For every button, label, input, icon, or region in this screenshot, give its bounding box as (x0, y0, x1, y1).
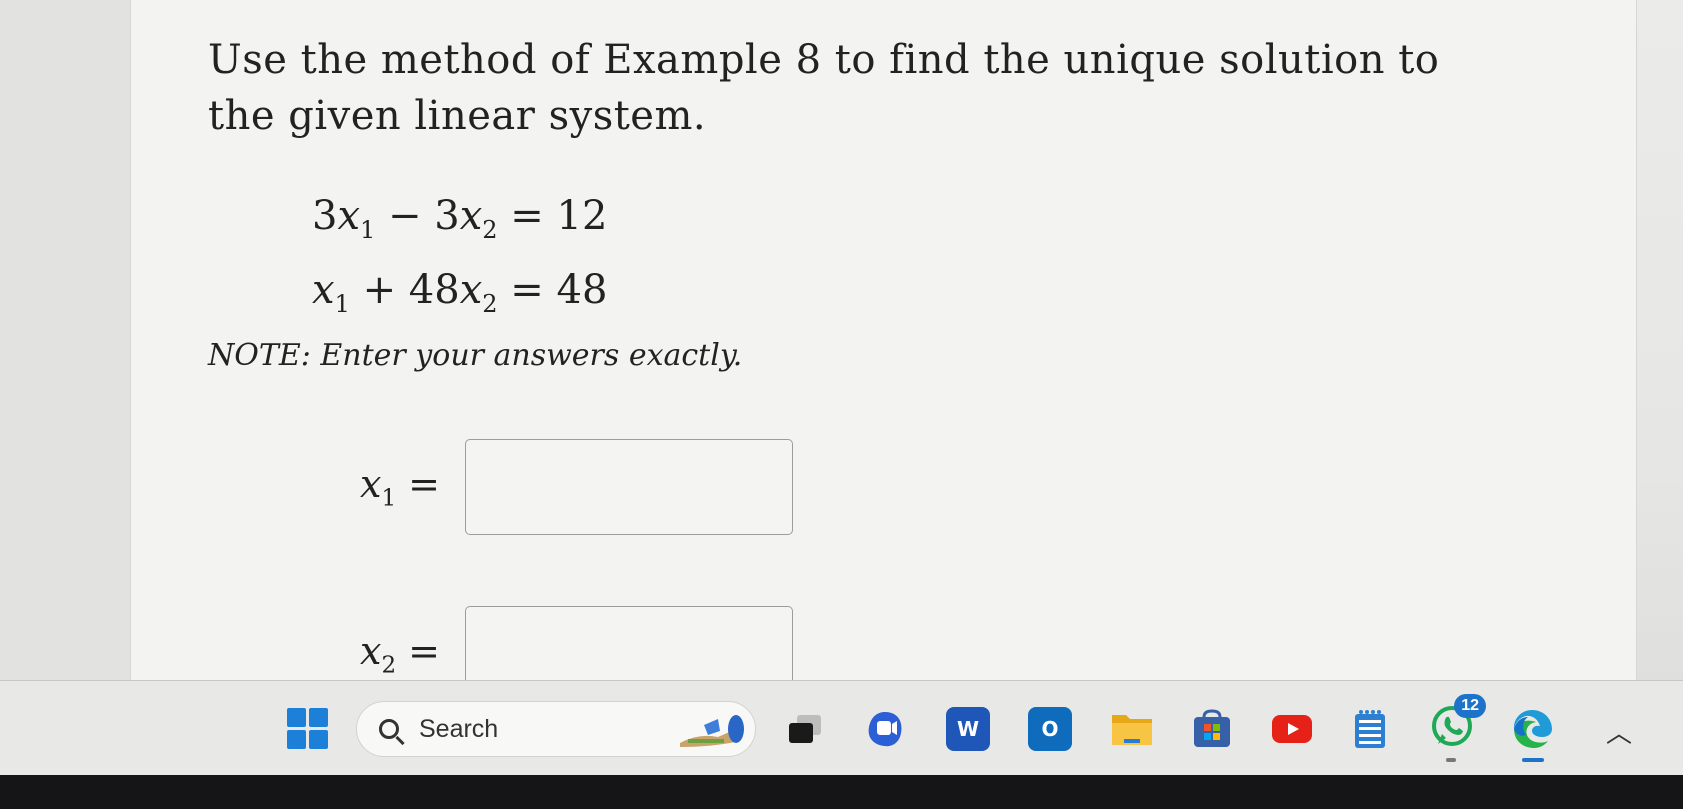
answer-label-x1: x1 = (360, 462, 440, 512)
youtube-button[interactable] (1266, 681, 1318, 775)
word-icon: W (946, 706, 990, 751)
whatsapp-button[interactable]: 12 (1424, 681, 1486, 775)
search-label: Search (419, 714, 499, 743)
equation-2: x1 + 48x2 = 48 (312, 267, 608, 318)
search-icon (379, 719, 399, 739)
youtube-icon (1272, 714, 1312, 743)
equation-1: 3x1 − 3x2 = 12 (312, 193, 608, 244)
answer-label-x2: x2 = (360, 629, 440, 679)
linear-system: 3x1 − 3x2 = 12 x1 + 48x2 = 48 (312, 186, 607, 334)
answer-row-x1: x1 = (360, 437, 793, 537)
monitor-bezel (0, 775, 1683, 809)
word-button[interactable]: W (942, 681, 994, 775)
whatsapp-notification-badge: 12 (1454, 694, 1486, 718)
screen: Use the method of Example 8 to find the … (0, 0, 1683, 775)
left-margin (0, 0, 130, 690)
question-text: Use the method of Example 8 to find the … (208, 37, 1440, 139)
notepad-button[interactable] (1344, 681, 1396, 775)
edge-icon (1513, 709, 1552, 748)
microsoft-store-button[interactable] (1186, 681, 1238, 775)
outlook-button[interactable]: O (1024, 681, 1076, 775)
edge-active-indicator (1522, 758, 1544, 762)
whatsapp-icon-wrap: 12 (1430, 694, 1486, 753)
widget-icon[interactable] (678, 711, 748, 751)
answer-input-x1[interactable] (465, 439, 793, 535)
chevron-up-icon[interactable]: ︿ (1606, 713, 1636, 749)
notepad-icon (1355, 709, 1385, 748)
file-explorer-icon (1112, 714, 1152, 745)
copilot-button[interactable] (860, 681, 910, 775)
task-view-button[interactable] (780, 681, 830, 775)
microsoft-store-icon (1194, 708, 1230, 747)
windows-start-icon (286, 708, 328, 749)
outlook-icon: O (1028, 706, 1072, 751)
note-text: NOTE: Enter your answers exactly. (208, 338, 743, 373)
file-explorer-button[interactable] (1106, 681, 1158, 775)
edge-button[interactable] (1504, 681, 1560, 775)
taskbar: Search W O 12 ︿ (0, 680, 1683, 775)
copilot-icon (868, 711, 902, 746)
whatsapp-running-indicator (1446, 758, 1456, 762)
task-view-icon (789, 714, 821, 743)
windows-start-button[interactable] (280, 681, 334, 775)
